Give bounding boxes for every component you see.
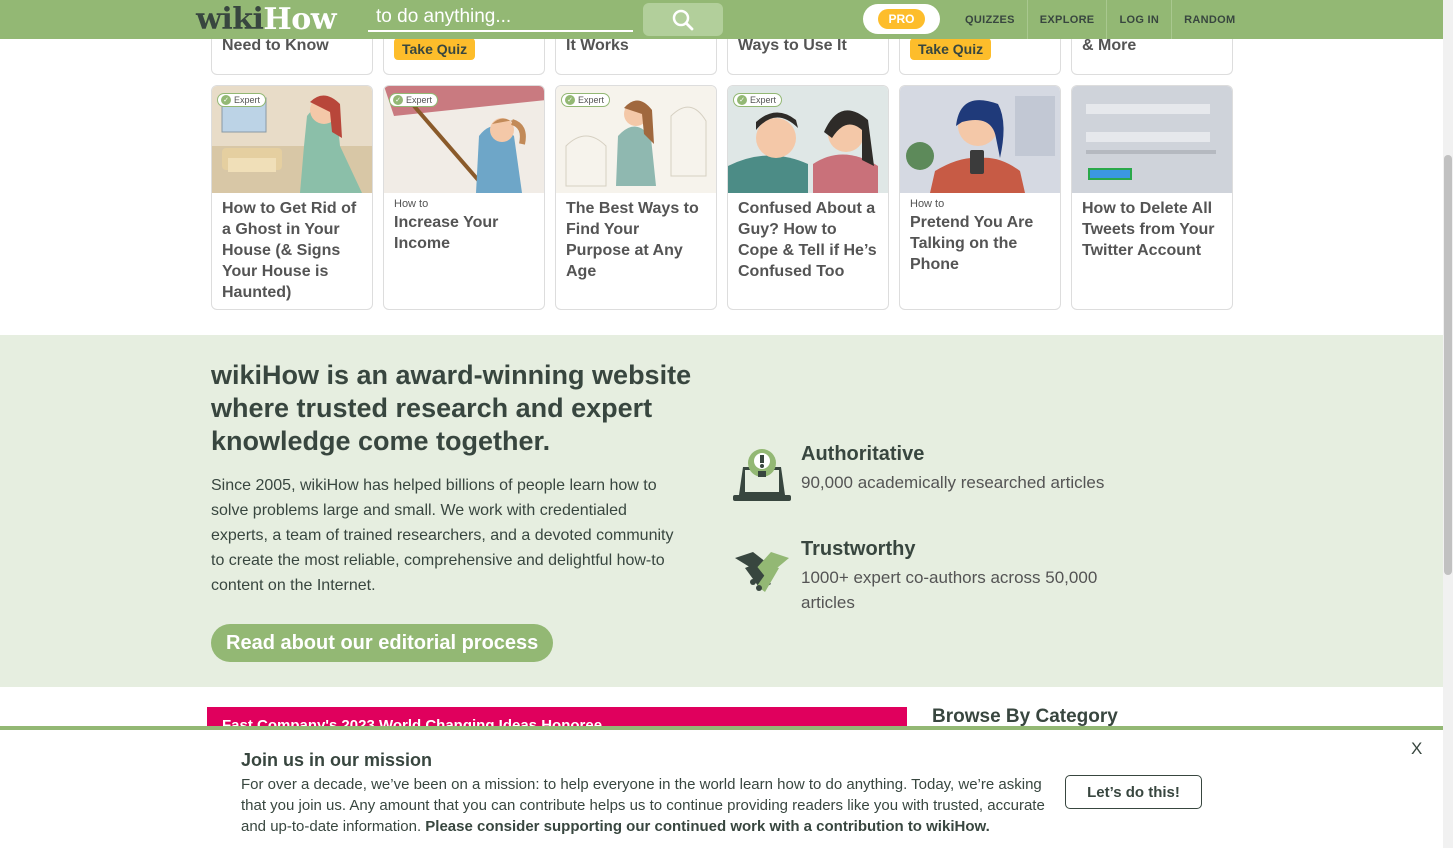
- expert-badge: ✓ Expert: [217, 93, 267, 107]
- site-header: wikiHow PRO QUIZZES EXPLORE LOG IN RANDO…: [0, 0, 1443, 39]
- search-button[interactable]: [643, 3, 723, 36]
- card-title: Confused About a Guy? How to Cope & Tell…: [738, 200, 877, 280]
- check-icon: ✓: [393, 95, 403, 105]
- lets-do-this-button[interactable]: Let’s do this!: [1065, 775, 1202, 809]
- feature-title: Authoritative: [801, 443, 925, 465]
- take-quiz-button[interactable]: Take Quiz: [394, 38, 476, 60]
- trust-description: Since 2005, wikiHow has helped billions …: [211, 477, 674, 594]
- handshake-icon: [735, 552, 789, 592]
- howto-label: How to: [910, 198, 945, 210]
- card-title: Increase Your Income: [394, 214, 499, 252]
- mission-title: Join us in our mission: [241, 750, 433, 770]
- card-title: The Best Ways to Find Your Purpose at An…: [566, 200, 699, 280]
- article-card[interactable]: ✓ Expert Confused About a Guy? How to Cop…: [727, 85, 889, 310]
- feature-title: Trustworthy: [801, 538, 916, 560]
- logo-wiki: wiki: [196, 2, 264, 37]
- scrollbar-thumb[interactable]: [1444, 155, 1452, 575]
- howto-label: How to: [394, 198, 429, 210]
- mission-banner: Join us in our mission For over a decade…: [0, 726, 1443, 848]
- check-icon: ✓: [737, 95, 747, 105]
- logo-how: How: [263, 2, 337, 37]
- nav-quizzes[interactable]: QUIZZES: [953, 0, 1027, 39]
- article-thumbnail: ✓ Expert: [384, 86, 544, 193]
- article-card[interactable]: ✓ Expert How to Increase Your Income: [383, 85, 545, 310]
- card-title: How to Delete All Tweets from Your Twitt…: [1082, 200, 1215, 259]
- editorial-process-button[interactable]: Read about our editorial process: [211, 624, 554, 662]
- article-thumbnail: ✓ Expert: [556, 86, 716, 193]
- pro-button[interactable]: PRO: [863, 4, 940, 34]
- trust-heading: wikiHow is an award-winning website wher…: [211, 360, 692, 456]
- card-title: How to Get Rid of a Ghost in Your House …: [222, 200, 357, 301]
- top-nav: QUIZZES EXPLORE LOG IN RANDOM: [953, 0, 1247, 39]
- article-card[interactable]: How to Pretend You Are Talking on the Ph…: [899, 85, 1061, 310]
- check-icon: ✓: [565, 95, 575, 105]
- expert-badge: ✓ Expert: [389, 93, 439, 107]
- wikihow-logo[interactable]: wikiHow: [196, 2, 337, 38]
- laptop-lightbulb-icon: [733, 449, 791, 501]
- expert-badge: ✓ Expert: [733, 93, 783, 107]
- expert-badge: ✓ Expert: [561, 93, 611, 107]
- article-thumbnail: [1072, 86, 1232, 193]
- article-card[interactable]: How to Delete All Tweets from Your Twitt…: [1071, 85, 1233, 310]
- fast-company-banner[interactable]: Fast Company's 2023 World Changing Ideas…: [207, 707, 907, 727]
- feature-description: 90,000 academically researched articles: [801, 473, 1105, 492]
- article-row: ✓ Expert How to Get Rid of a Ghost in You…: [211, 85, 1233, 310]
- nav-explore[interactable]: EXPLORE: [1026, 0, 1107, 39]
- nav-login[interactable]: LOG IN: [1106, 0, 1171, 39]
- feature-description: 1000+ expert co-authors across 50,000 ar…: [801, 568, 1098, 612]
- mission-text: For over a decade, we’ve been on a missi…: [241, 776, 1045, 835]
- pro-badge: PRO: [878, 9, 925, 29]
- article-card[interactable]: ✓ Expert How to Get Rid of a Ghost in You…: [211, 85, 373, 310]
- take-quiz-button[interactable]: Take Quiz: [910, 38, 992, 60]
- article-thumbnail: ✓ Expert: [212, 86, 372, 193]
- close-button[interactable]: X: [1411, 739, 1422, 759]
- mission-text-bold: Please consider supporting our continued…: [425, 818, 990, 835]
- search-input[interactable]: [368, 4, 633, 32]
- article-card[interactable]: ✓ Expert The Best Ways to Find Your Purpo…: [555, 85, 717, 310]
- nav-random[interactable]: RANDOM: [1171, 0, 1247, 39]
- browse-by-category-heading: Browse By Category: [932, 706, 1118, 727]
- card-title: Pretend You Are Talking on the Phone: [910, 214, 1034, 273]
- search-icon: [672, 9, 694, 30]
- page-scrollbar[interactable]: [1443, 0, 1453, 848]
- article-thumbnail: [900, 86, 1060, 193]
- trust-section: wikiHow is an award-winning website wher…: [0, 335, 1443, 687]
- check-icon: ✓: [221, 95, 231, 105]
- article-thumbnail: ✓ Expert: [728, 86, 888, 193]
